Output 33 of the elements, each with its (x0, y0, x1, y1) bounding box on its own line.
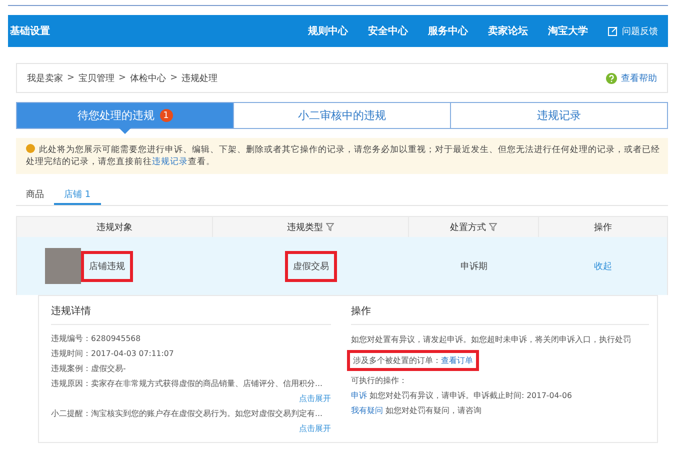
feedback-link[interactable]: 问题反馈 (608, 24, 658, 38)
breadcrumb-separator: > (118, 73, 126, 83)
nav-link[interactable]: 规则中心 (308, 24, 348, 38)
count-badge: 1 (160, 109, 172, 122)
table-cell: 虚假交易 (285, 250, 337, 282)
breadcrumb-link[interactable]: 我是卖家 (27, 72, 63, 84)
breadcrumb-link[interactable]: 宝贝管理 (78, 72, 115, 84)
breadcrumb-link[interactable]: 违规处理 (182, 72, 218, 84)
sub-tab[interactable]: 店铺 1 (54, 184, 101, 205)
records-link[interactable]: 违规记录 (152, 157, 188, 167)
filter-icon[interactable] (326, 223, 334, 231)
column-header: 操作 (593, 222, 613, 234)
section-title: 操作 (351, 304, 649, 325)
breadcrumb-separator: > (170, 73, 178, 83)
section-title: 违规详情 (51, 304, 331, 325)
sub-tab[interactable]: 商品 (16, 184, 54, 205)
table-cell: 店铺违规 (81, 250, 133, 282)
notice-text: 此处将为您展示可能需要您进行申诉、编辑、下架、删除或者其它操作的记录，请您务必加以重视；对于最近发生、但您无法进行任何处理的记录，或者已经处理完结的记录，请您直接前往违规记录查看。 (16, 138, 668, 174)
nav-link[interactable]: 服务中心 (428, 24, 468, 38)
nav-link[interactable]: 卖家论坛 (488, 24, 528, 38)
filter-icon[interactable] (489, 223, 497, 231)
edit-icon (608, 26, 618, 36)
warning-icon (26, 144, 35, 153)
photo-placeholder (45, 248, 81, 284)
nav-link[interactable]: 安全中心 (368, 24, 408, 38)
breadcrumb-separator: > (67, 73, 75, 83)
help-icon (606, 72, 617, 84)
table-cell-text: 申诉期 (460, 260, 488, 274)
collapse-link[interactable]: 收起 (594, 260, 612, 272)
nav-link[interactable]: 淘宝大学 (548, 24, 588, 38)
nav-title: 基础设置 (10, 24, 51, 38)
breadcrumb-link[interactable]: 体检中心 (130, 72, 166, 84)
help-link[interactable]: 查看帮助 (606, 72, 657, 84)
